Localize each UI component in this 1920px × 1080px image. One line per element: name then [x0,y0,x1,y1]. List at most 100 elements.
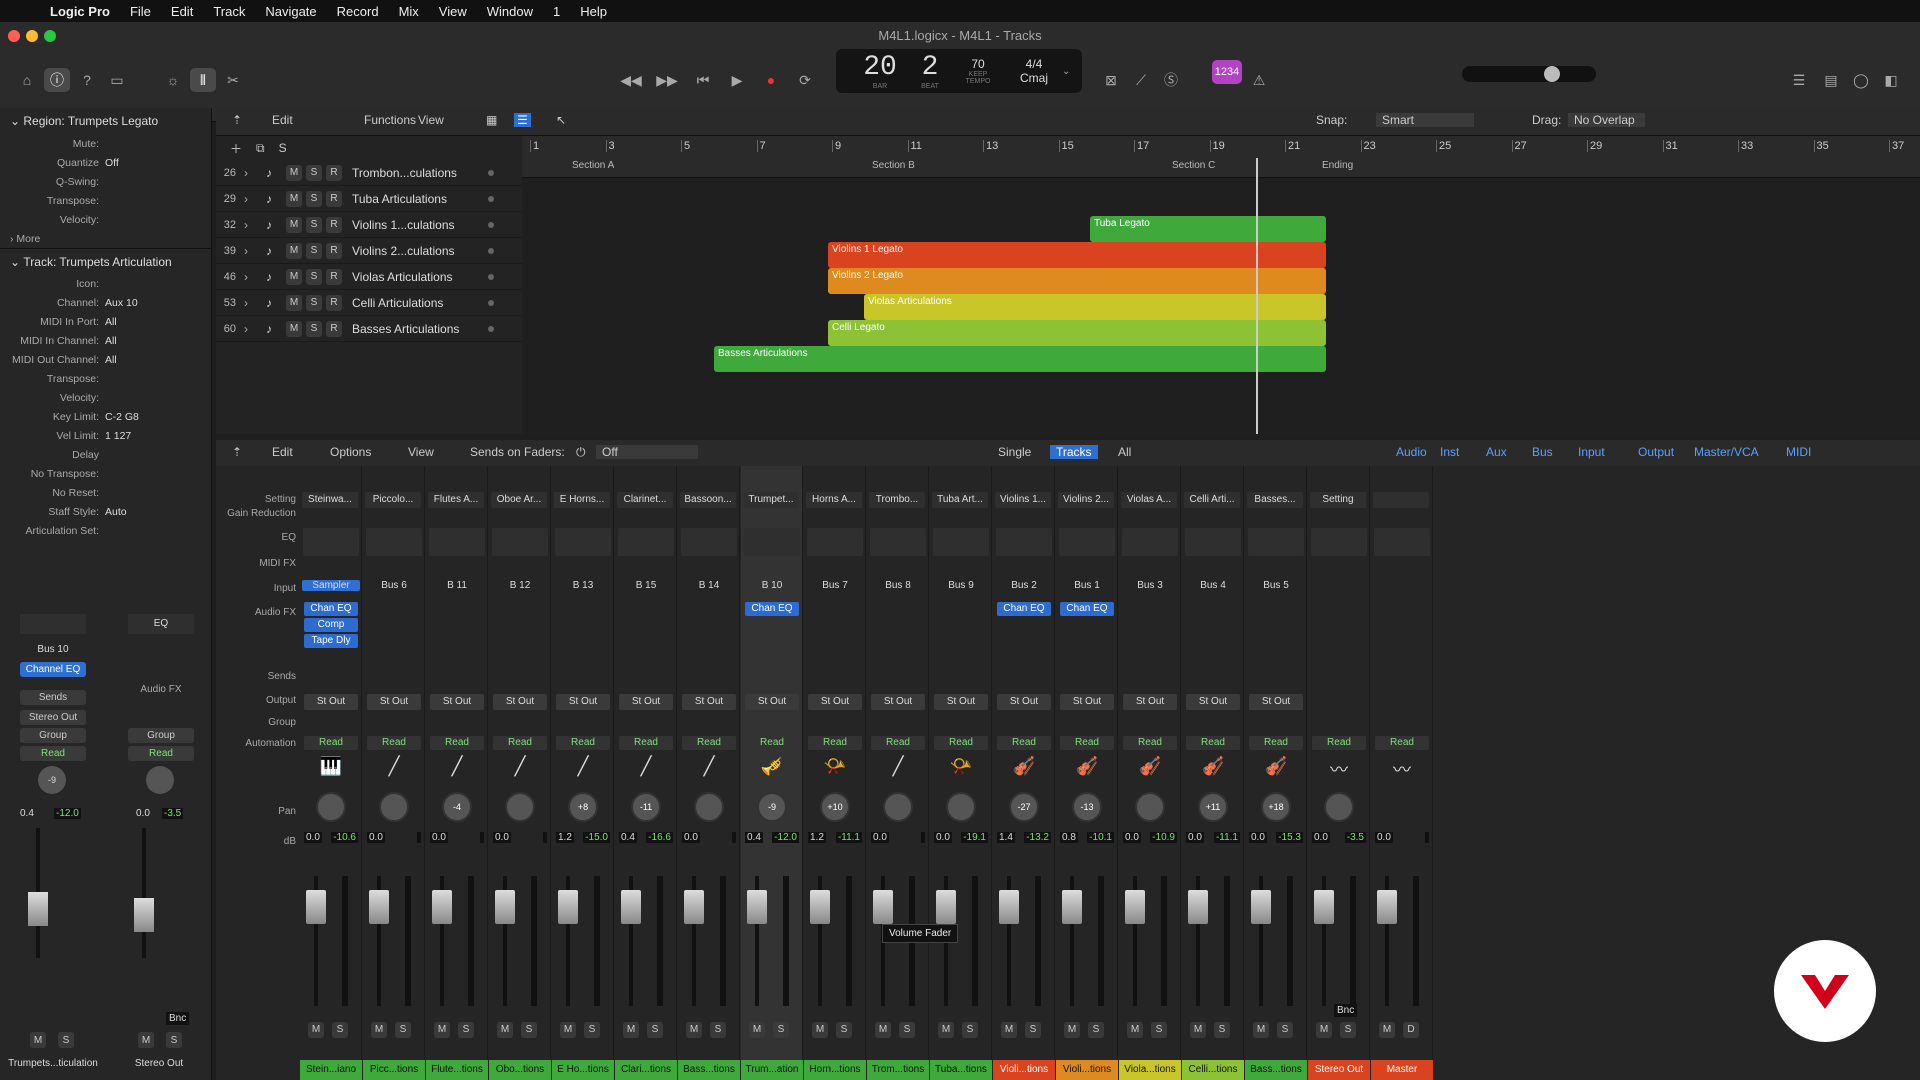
strip-name-label[interactable]: Picc...tions [363,1060,425,1080]
strip-setting-button[interactable]: E Horns... [554,492,610,508]
disclosure-icon[interactable]: › [236,270,256,284]
strip-name-label[interactable]: Violi...tions [1056,1060,1118,1080]
volume-value[interactable]: 0.4 [619,832,637,843]
mute-button[interactable]: M [1316,1022,1332,1038]
track-header[interactable]: 39 › ♪ M S R Violins 2...culations [216,238,522,264]
input-slot[interactable]: B 15 [617,580,675,591]
track-name[interactable]: Violins 2...culations [352,244,482,258]
input-slot[interactable]: Bus 8 [869,580,927,591]
pan-knob[interactable] [883,792,913,822]
inspector-sends-slot[interactable]: Sends [20,690,86,705]
mute-button[interactable]: M [286,164,302,181]
cpu-count-in-button[interactable]: 1234 [1212,60,1242,84]
record-enable-button[interactable]: R [326,242,342,259]
region[interactable]: Celli Legato [828,320,1326,346]
solo-button[interactable]: S [1025,1022,1041,1038]
inspector-group-slot[interactable]: Group [20,728,86,743]
audio-fx-plugin[interactable]: Tape Dly [304,634,358,648]
track-value[interactable]: C-2 G8 [105,411,139,423]
eq-thumbnail[interactable] [303,528,359,556]
record-enable-button[interactable]: R [326,190,342,207]
mute-button[interactable]: M [1190,1022,1206,1038]
track-value[interactable]: All [105,316,117,328]
volume-value[interactable]: 0.0 [682,832,700,843]
volume-value[interactable]: 0.8 [1060,832,1078,843]
tracks-view-menu[interactable]: View [418,113,444,127]
output-button[interactable]: St Out [619,694,673,710]
mute-button[interactable]: M [286,190,302,207]
mute-button[interactable]: M [497,1022,513,1038]
disclosure-icon[interactable]: › [236,296,256,310]
input-slot[interactable]: Bus 5 [1247,580,1305,591]
mute-button[interactable]: M [371,1022,387,1038]
track-row[interactable]: MIDI In Port: All [0,312,211,331]
solo-button[interactable]: S [458,1022,474,1038]
strip-setting-button[interactable]: Violas A... [1121,492,1177,508]
volume-fader[interactable] [1125,890,1145,924]
inspector-icon[interactable]: ⓘ [44,68,70,92]
strip-name-label[interactable]: Bass...tions [678,1060,740,1080]
peak-value[interactable]: -19.1 [961,832,988,843]
eq-thumbnail[interactable] [744,528,800,556]
drag-dropdown[interactable]: No Overlap [1568,113,1645,127]
menu-edit[interactable]: Edit [161,4,203,19]
track-header[interactable]: 29 › ♪ M S R Tuba Articulations [216,186,522,212]
tracks-edit-menu[interactable]: Edit [272,113,293,127]
strip-name-label[interactable]: Violi...tions [993,1060,1055,1080]
menu-mix[interactable]: Mix [389,4,429,19]
mute-button[interactable]: M [938,1022,954,1038]
track-header[interactable]: 46 › ♪ M S R Violas Articulations [216,264,522,290]
inspector-pan-knob-2[interactable] [146,766,174,794]
peak-value[interactable]: -10.6 [331,832,358,843]
region-row[interactable]: Transpose: [0,191,211,210]
peak-value[interactable] [480,832,484,843]
solo-button[interactable]: S [836,1022,852,1038]
playhead[interactable] [1256,158,1258,434]
solo-button[interactable]: S [1151,1022,1167,1038]
region-row[interactable]: Q-Swing: [0,172,211,191]
track-name[interactable]: Basses Articulations [352,322,482,336]
input-slot[interactable]: Sampler [302,580,360,591]
strip-setting-button[interactable]: Trumpet... [743,492,799,508]
output-button[interactable]: St Out [682,694,736,710]
pan-knob[interactable]: -4 [442,792,472,822]
volume-fader[interactable] [873,890,893,924]
automation-mode-button[interactable]: Read [430,736,484,750]
volume-value[interactable]: 0.0 [430,832,448,843]
region[interactable]: Tuba Legato [1090,216,1326,242]
solo-button[interactable]: S [306,164,322,181]
input-slot[interactable]: B 12 [491,580,549,591]
strip-name-label[interactable]: Viola...tions [1119,1060,1181,1080]
peak-value[interactable]: -10.9 [1150,832,1177,843]
eq-thumbnail[interactable] [996,528,1052,556]
solo-button[interactable]: S [1088,1022,1104,1038]
output-button[interactable]: St Out [430,694,484,710]
global-solo-icon[interactable]: S [279,141,287,155]
volume-value[interactable]: 0.0 [367,832,385,843]
track-row[interactable]: Staff Style: Auto [0,502,211,521]
strip-setting-button[interactable]: Piccolo... [365,492,421,508]
toolbar-icon[interactable]: ▭ [104,68,130,92]
pan-knob[interactable]: -27 [1009,792,1039,822]
volume-fader[interactable] [432,890,452,924]
solo-button[interactable]: S [899,1022,915,1038]
mixer-filter-button[interactable]: Output [1638,445,1674,459]
strip-name-label[interactable]: Stereo Out [1308,1060,1370,1080]
disclosure-icon[interactable]: › [236,322,256,336]
mute-button[interactable]: M [623,1022,639,1038]
track-row[interactable]: Key Limit: C-2 G8 [0,407,211,426]
volume-value[interactable]: 0.0 [1123,832,1141,843]
output-button[interactable]: St Out [1123,694,1177,710]
single-view-button[interactable]: Single [998,445,1031,459]
menu-window[interactable]: Window [477,4,543,19]
strip-name-label[interactable]: Obo...tions [489,1060,551,1080]
track-row[interactable]: Transpose: [0,369,211,388]
strip-name-label[interactable]: Stein...iano [300,1060,362,1080]
track-name[interactable]: Tuba Articulations [352,192,482,206]
inspector-audio-fx-slot[interactable]: Audio FX [128,684,194,695]
pan-knob[interactable]: -11 [631,792,661,822]
notepad-icon[interactable]: ▤ [1818,68,1844,92]
inspector-eq-button[interactable]: EQ [128,614,194,634]
strip-setting-button[interactable]: Violins 2... [1058,492,1114,508]
mute-button[interactable]: M [1379,1022,1395,1038]
